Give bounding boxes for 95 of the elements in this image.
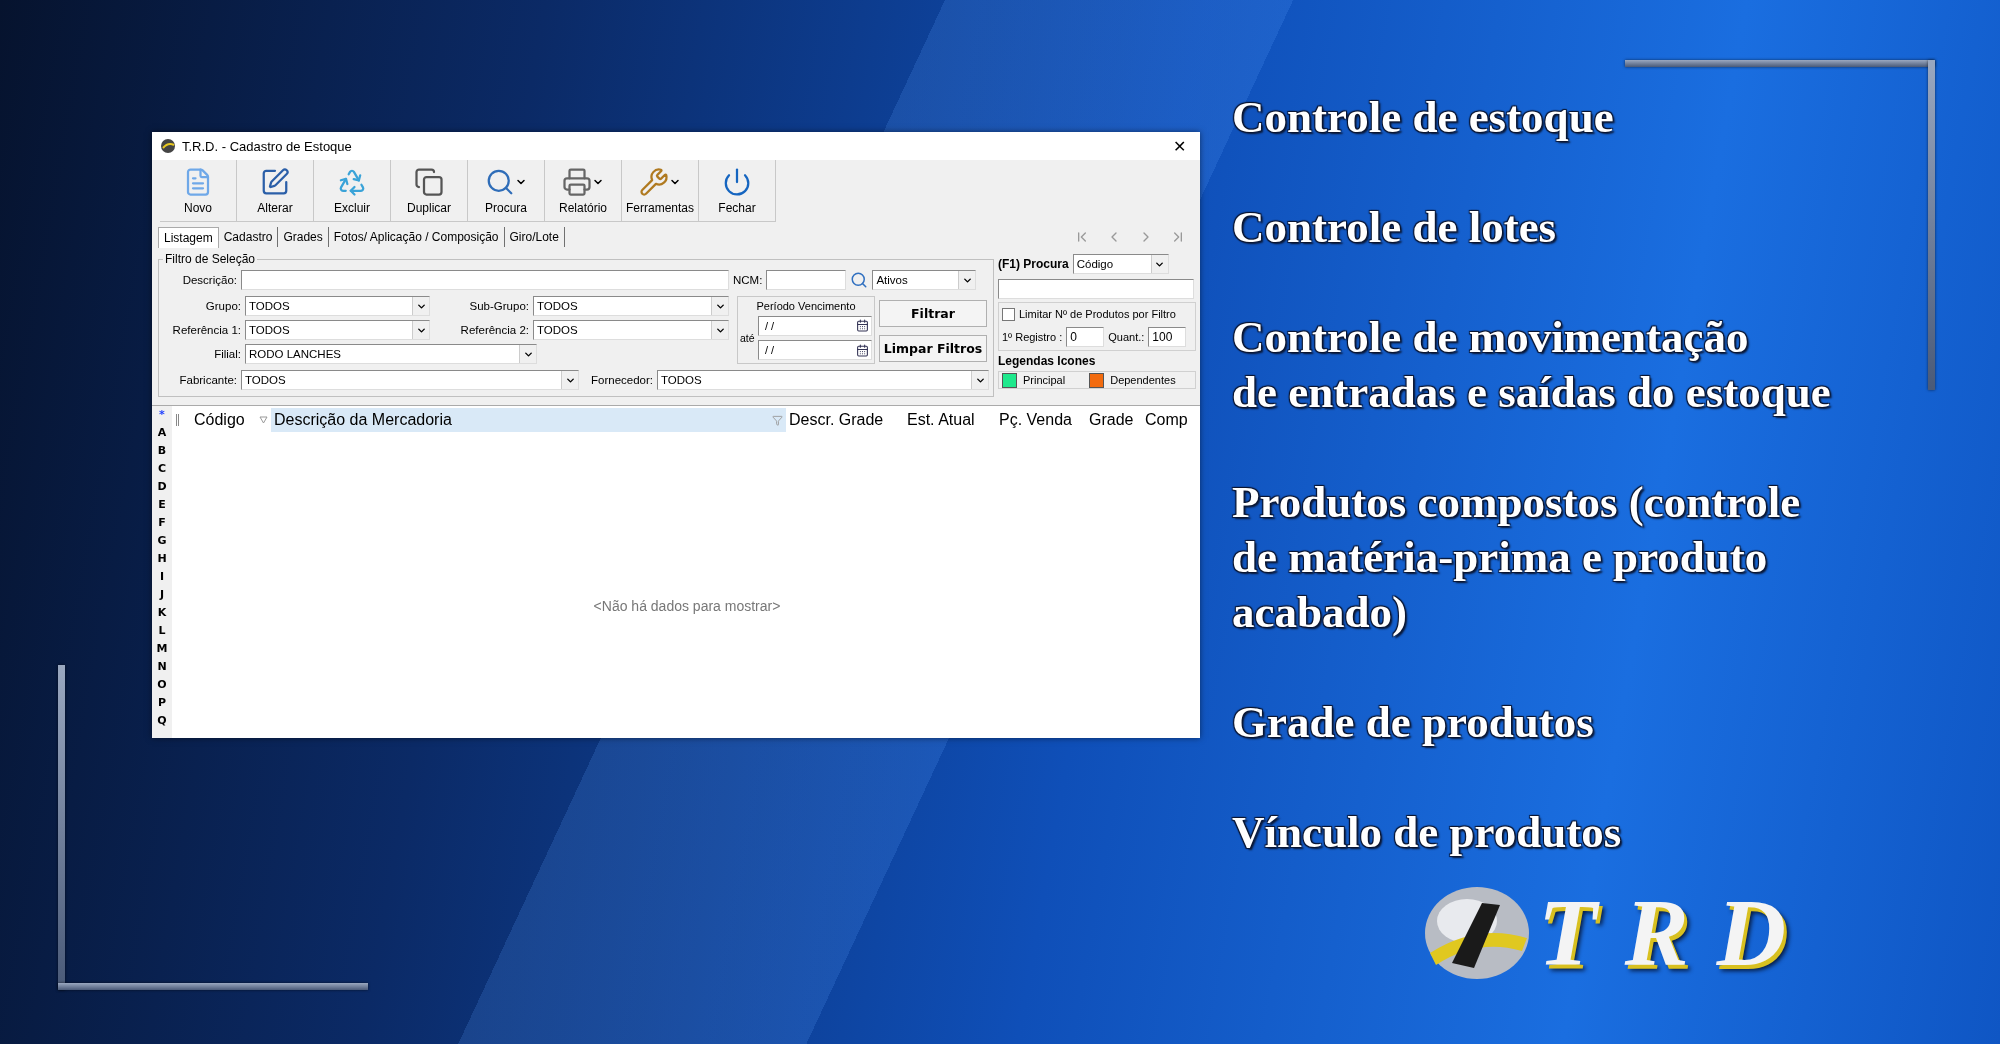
toolbar-button[interactable]: Procura	[468, 160, 545, 222]
dropdown[interactable]: TODOS	[241, 370, 579, 390]
feature-text: Controle de lotes	[1232, 201, 1558, 254]
index-letter[interactable]: L	[158, 624, 166, 642]
index-letter[interactable]: F	[158, 516, 166, 534]
index-letter[interactable]: G	[157, 534, 167, 552]
legend-label: Principal	[1023, 374, 1066, 386]
index-letter[interactable]: M	[156, 642, 168, 660]
index-letter[interactable]: Q	[157, 714, 167, 732]
search-dropdown[interactable]: Código	[1072, 254, 1169, 274]
input-field[interactable]	[766, 270, 847, 290]
field-label: Quant.:	[1108, 331, 1145, 343]
feature-text: Produtos compostos (controle de matéria-prima e produto acabado)	[1232, 476, 1802, 639]
dropdown[interactable]: TODOS	[245, 320, 430, 340]
field-label: Grupo:	[204, 300, 241, 312]
sort-icon	[259, 416, 268, 424]
toolbar-button[interactable]: Fechar	[699, 160, 776, 222]
dropdown[interactable]: TODOS	[533, 296, 729, 316]
caret-icon	[1150, 255, 1168, 273]
empty-message: <Não há dados para mostrar>	[593, 598, 781, 614]
feature-text: Controle de movimentação de entradas e saídas do estoque	[1232, 311, 1831, 419]
app-icon	[160, 138, 176, 154]
legend-title: Legendas Icones	[998, 354, 1097, 368]
toolbar-button[interactable]: Alterar	[237, 160, 314, 222]
feature-text: Controle de estoque	[1232, 91, 1615, 144]
date-field[interactable]: / /	[758, 316, 872, 336]
legend-label: Dependentes	[1110, 374, 1176, 386]
caret-icon	[412, 321, 429, 339]
index-letter[interactable]: H	[157, 552, 167, 570]
calendar-icon[interactable]	[856, 319, 869, 333]
toolbar-button[interactable]: Relatório	[545, 160, 622, 222]
index-letter[interactable]: A	[157, 426, 167, 444]
index-letter[interactable]: D	[157, 480, 167, 498]
search-icon[interactable]	[850, 271, 869, 289]
caret-icon	[971, 371, 988, 389]
toolbar-button[interactable]: Excluir	[314, 160, 391, 222]
index-letter[interactable]: O	[157, 678, 167, 696]
tab[interactable]: Giro/Lote	[504, 227, 565, 247]
index-letter[interactable]: K	[157, 606, 167, 624]
index-letter[interactable]: E	[158, 498, 166, 516]
period-title: Período Vencimento	[755, 299, 857, 312]
index-letter[interactable]: N	[157, 660, 167, 678]
tab[interactable]: Grades	[278, 227, 329, 247]
group-title: Filtro de Seleção	[164, 252, 257, 266]
logo-text: TRD	[1538, 878, 1814, 988]
feature-text: Vínculo de produtos	[1232, 806, 1623, 859]
index-letter[interactable]: C	[157, 462, 167, 480]
field-label: NCM:	[733, 274, 763, 286]
field-label: Sub-Grupo:	[468, 300, 529, 312]
caret-icon	[561, 371, 578, 389]
index-letter[interactable]: J	[159, 588, 165, 606]
input-field[interactable]	[241, 270, 729, 290]
toolbar-button[interactable]: Novo	[160, 160, 237, 222]
tab[interactable]: Fotos/ Aplicação / Composição	[328, 227, 505, 247]
caret-icon	[711, 297, 728, 315]
field-label: Fornecedor:	[590, 374, 653, 386]
dropdown[interactable]: RODO LANCHES	[245, 344, 537, 364]
field-label: até	[740, 332, 756, 345]
toolbar-button[interactable]: Ferramentas	[622, 160, 699, 222]
close-button[interactable]: ✕	[1167, 136, 1192, 156]
field-label: Referência 2:	[459, 324, 529, 336]
index-letter[interactable]: *	[159, 408, 165, 426]
filter-button[interactable]: Filtrar	[879, 300, 987, 327]
input-field[interactable]: 0	[1066, 327, 1105, 347]
filter-icon[interactable]	[772, 414, 783, 426]
index-letter[interactable]: I	[159, 570, 165, 588]
search-field[interactable]	[998, 279, 1194, 299]
dropdown[interactable]: TODOS	[533, 320, 729, 340]
status-dropdown[interactable]: Ativos	[872, 270, 977, 290]
feature-text: Grade de produtos	[1232, 696, 1595, 749]
checkbox[interactable]	[1002, 307, 1015, 321]
calendar-icon[interactable]	[856, 343, 869, 357]
checkbox-label: Limitar Nº de Produtos por Filtro	[1019, 308, 1176, 320]
date-field[interactable]: / /	[758, 340, 872, 361]
caret-icon	[711, 321, 728, 339]
dropdown[interactable]: TODOS	[245, 296, 430, 316]
caret-icon	[958, 271, 976, 289]
field-label: Referência 1:	[171, 324, 241, 336]
tab[interactable]: Listagem	[158, 226, 219, 248]
dropdown[interactable]: TODOS	[657, 370, 989, 390]
index-letter[interactable]: B	[157, 444, 167, 462]
caret-icon	[519, 345, 536, 363]
index-letter[interactable]: P	[157, 696, 167, 714]
window-title: T.R.D. - Cadastro de Estoque	[182, 138, 353, 154]
filter-button[interactable]: Limpar Filtros	[879, 335, 987, 362]
tab[interactable]: Cadastro	[218, 227, 279, 247]
caret-icon	[412, 297, 429, 315]
column-header[interactable]: Descrição da Mercadoria	[271, 408, 786, 432]
toolbar-button[interactable]: Duplicar	[391, 160, 468, 222]
search-label: (F1) Procura	[998, 257, 1069, 271]
field-label: Filial:	[213, 348, 241, 360]
input-field[interactable]: 100	[1148, 327, 1187, 347]
field-label: 1º Registro :	[1002, 331, 1063, 343]
field-label: Fabricante:	[178, 374, 237, 386]
field-label: Descrição:	[181, 274, 237, 286]
